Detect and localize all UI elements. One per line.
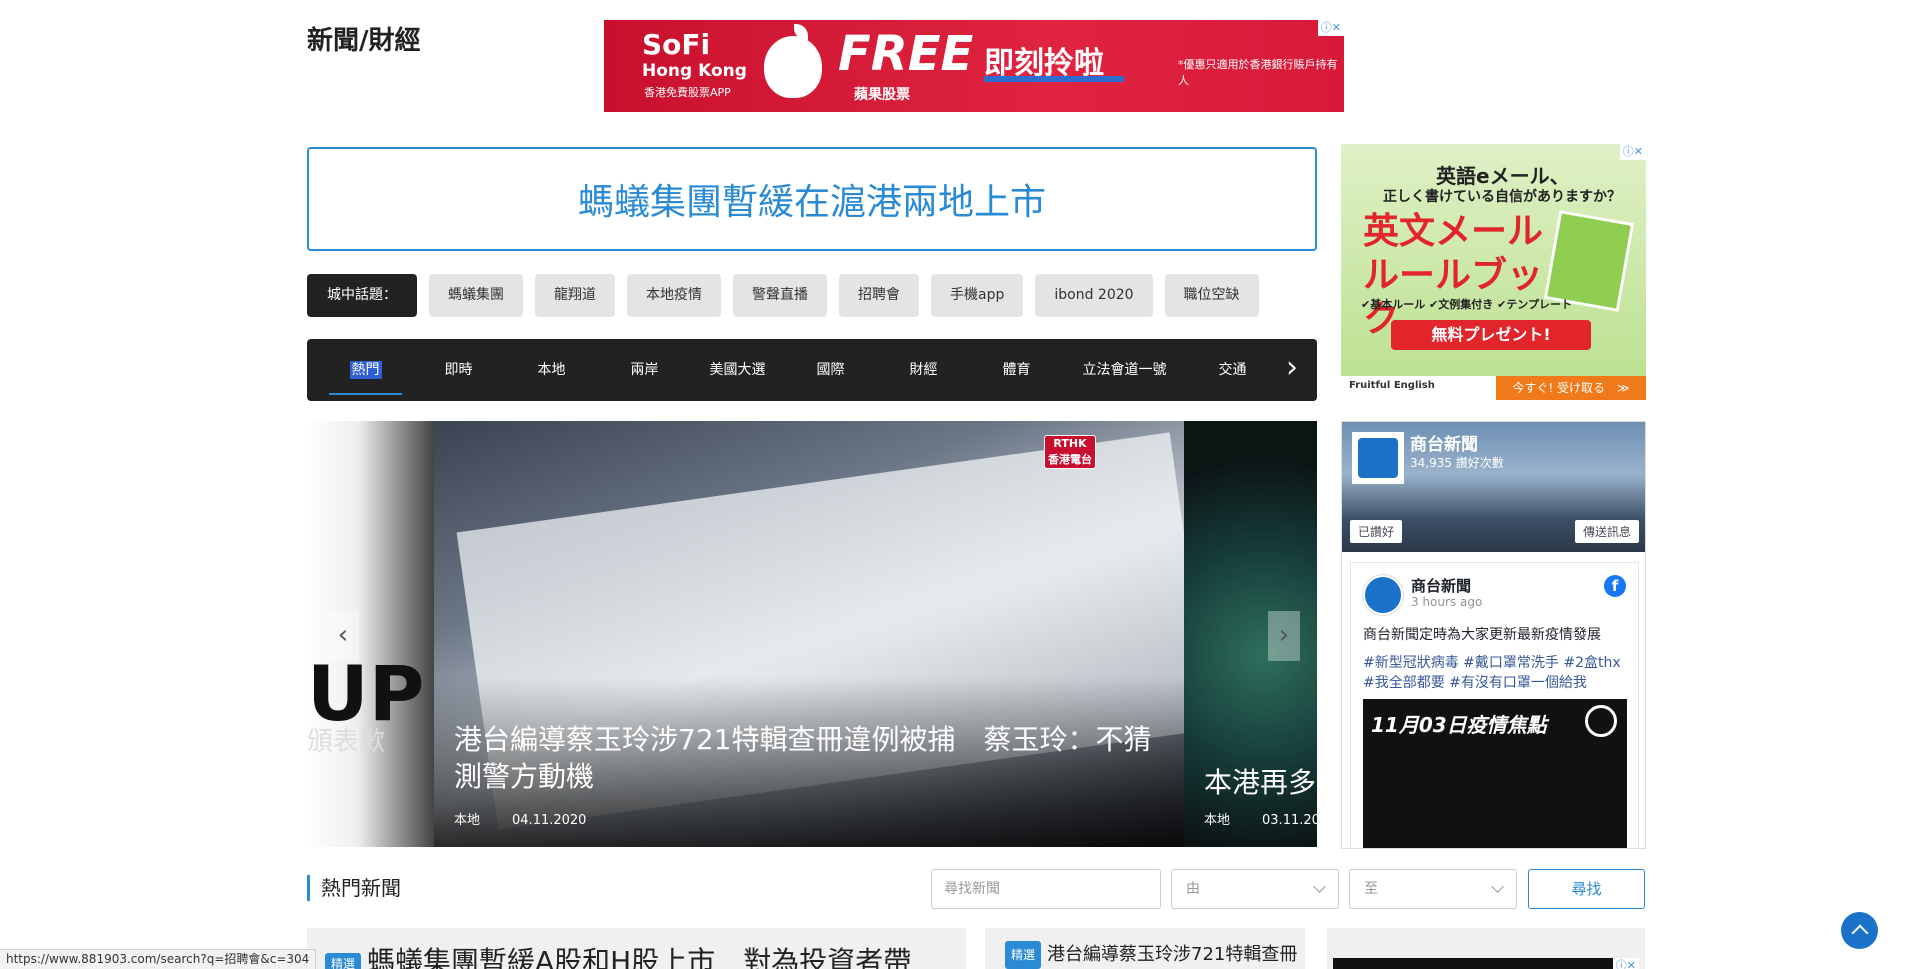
slide-title[interactable]: 本港再多 <box>1204 761 1316 801</box>
fb-page-name[interactable]: 商台新聞 <box>1410 430 1478 455</box>
trending-topics: 城中話題： 螞蟻集團 龍翔道 本地疫情 警聲直播 招聘會 手機app ibond… <box>307 274 1259 317</box>
topic-tag[interactable]: ibond 2020 <box>1035 274 1153 317</box>
fb-post-text: 商台新聞定時為大家更新最新疫情發展 <box>1363 627 1601 643</box>
nav-tab[interactable]: 體育 <box>970 339 1063 401</box>
carousel-slide-current[interactable]: RTHK 香港電台 港台編導蔡玉玲涉721特輯查冊違例被捕 蔡玉玲：不猜測警方動… <box>434 421 1184 847</box>
fb-message-button[interactable]: 傳送訊息 <box>1574 520 1639 543</box>
category-nav: 熱門 即時 本地 兩岸 美國大選 國際 財經 體育 立法會道一號 交通 › <box>307 339 1317 401</box>
topic-tag[interactable]: 龍翔道 <box>535 274 615 317</box>
ad-card[interactable]: ⓘ✕ <box>1327 928 1645 969</box>
facebook-page-widget: 商台新聞 34,935 讚好次數 已讚好 傳送訊息 商台新聞 3 hours a… <box>1341 421 1646 849</box>
news-card-title-text: 螞蟻集團暫緩A股和H股上市 對為投資者帶 <box>367 945 912 969</box>
ad-brand-tag: 香港免費股票APP <box>644 86 731 99</box>
slide-meta: 本地 04.11.2020 <box>454 809 586 828</box>
ad-footer: Fruitful English 今すぐ! 受け取る ≫ <box>1341 376 1646 400</box>
apple-icon <box>764 24 822 98</box>
headline-banner[interactable]: 螞蟻集團暫緩在滬港兩地上市 <box>307 147 1317 251</box>
fb-post: 商台新聞 3 hours ago f 商台新聞定時為大家更新最新疫情發展 #新型… <box>1350 562 1639 848</box>
ad-line: 英語eメール、 <box>1436 164 1570 188</box>
news-card-title[interactable]: 精選港台編導蔡玉玲涉721特輯查冊違例被捕 蔡玉玲：不猜測警方 <box>1005 941 1305 969</box>
fb-likes-count: 34,935 讚好次數 <box>1410 456 1504 470</box>
fb-liked-button[interactable]: 已讚好 <box>1350 520 1403 543</box>
news-card-title[interactable]: 精選 螞蟻集團暫緩A股和H股上市 對為投資者帶 <box>325 940 911 969</box>
news-card[interactable]: 精選 螞蟻集團暫緩A股和H股上市 對為投資者帶 <box>307 928 966 969</box>
ad-go-button[interactable]: 今すぐ! 受け取る ≫ <box>1496 376 1646 400</box>
ad-brand-sub: Hong Kong <box>642 61 747 81</box>
featured-badge: 精選 <box>325 952 362 969</box>
news-card[interactable]: 精選港台編導蔡玉玲涉721特輯查冊違例被捕 蔡玉玲：不猜測警方 <box>985 928 1305 969</box>
nav-tab-label: 熱門 <box>349 361 382 379</box>
ad-image <box>1333 958 1639 969</box>
fb-post-author[interactable]: 商台新聞 <box>1411 575 1471 596</box>
fb-cover[interactable]: 商台新聞 34,935 讚好次數 已讚好 傳送訊息 <box>1342 422 1645 552</box>
fb-post-time[interactable]: 3 hours ago <box>1411 595 1482 609</box>
page-logo[interactable] <box>1352 432 1404 484</box>
facebook-icon[interactable]: f <box>1604 575 1626 597</box>
topic-tag[interactable]: 手機app <box>931 274 1024 317</box>
fb-post-tags[interactable]: #新型冠狀病毒 #戴口罩常洗手 #2盒thx #我全部都要 #有沒有口罩一個給我 <box>1363 653 1633 693</box>
ad-sub: 蘋果股票 <box>854 87 910 103</box>
slide-date: 04.11.2020 <box>512 813 587 828</box>
date-from-label: 由 <box>1186 881 1200 897</box>
nav-next-icon[interactable]: › <box>1267 339 1317 401</box>
ad-line: 正しく書けている自信がありますか？ <box>1383 189 1621 205</box>
nav-tab[interactable]: 國際 <box>784 339 877 401</box>
nav-tab-hot[interactable]: 熱門 <box>319 339 412 401</box>
section-title: 熱門新聞 <box>307 875 401 901</box>
ad-brand: Fruitful English <box>1349 380 1435 391</box>
fb-image-title: 11月03日疫情焦點 <box>1371 713 1547 737</box>
nav-tab[interactable]: 交通 <box>1186 339 1279 401</box>
nav-tab[interactable]: 即時 <box>412 339 505 401</box>
date-from-select[interactable]: 由 <box>1171 869 1339 909</box>
topics-label: 城中話題： <box>307 274 417 317</box>
sidebar-ad[interactable]: 英語eメール、 正しく書けている自信がありますか？ 英文メールルールブック ✔基… <box>1341 144 1646 400</box>
search-input[interactable] <box>931 869 1161 909</box>
topic-tag[interactable]: 螞蟻集團 <box>429 274 523 317</box>
nav-tab[interactable]: 本地 <box>505 339 598 401</box>
page-title: 新聞/財經 <box>307 26 421 56</box>
slide-category[interactable]: 本地 <box>454 813 480 828</box>
slide-date: 03.11.20 <box>1262 813 1317 828</box>
fb-post-image[interactable]: 11月03日疫情焦點 <box>1363 699 1627 848</box>
search-button[interactable]: 尋找 <box>1528 869 1645 909</box>
ad-cta-underline <box>984 76 1124 82</box>
avatar[interactable] <box>1363 575 1403 615</box>
ad-features: ✔基本ルール ✔文例集付き ✔テンプレート <box>1361 298 1572 311</box>
slide-title[interactable]: 港台編導蔡玉玲涉721特輯查冊違例被捕 蔡玉玲：不猜測警方動機 <box>454 721 1174 795</box>
carousel-prev-icon[interactable]: ‹ <box>327 611 359 661</box>
ad-close-icon[interactable]: ⓘ✕ <box>1619 144 1646 160</box>
chevron-down-icon <box>1313 880 1326 893</box>
topic-tag[interactable]: 招聘會 <box>839 274 919 317</box>
slide-meta: 本地 03.11.20 <box>1204 809 1317 828</box>
rthk-logo: RTHK 香港電台 <box>1044 435 1096 469</box>
news-carousel: J UP 頒表歉 RTHK 香港電台 港台編導蔡玉玲涉721特輯查冊違例被捕 蔡… <box>307 421 1317 847</box>
news-card-title-text: 港台編導蔡玉玲涉721特輯查冊違例被捕 蔡玉玲：不猜測警方 <box>1047 944 1298 965</box>
ad-brand-name: SoFi <box>642 28 711 61</box>
slide-caption: 頒表歉 <box>307 727 386 757</box>
topic-tag[interactable]: 職位空缺 <box>1164 274 1259 317</box>
date-to-label: 至 <box>1364 881 1378 897</box>
slide-category[interactable]: 本地 <box>1204 813 1230 828</box>
carousel-next-icon[interactable]: › <box>1268 611 1300 661</box>
ad-close-icon[interactable]: ⓘ✕ <box>1612 958 1639 969</box>
nav-tab[interactable]: 兩岸 <box>598 339 691 401</box>
brand-logo-icon <box>1585 705 1617 737</box>
top-banner-ad[interactable]: SoFi Hong Kong 香港免費股票APP FREE 蘋果股票 即刻拎啦 *… <box>604 20 1344 112</box>
back-to-top-button[interactable] <box>1841 912 1878 949</box>
status-bar-url: https://www.881903.com/search?q=招聘會&c=30… <box>0 949 317 969</box>
ad-note: *優惠只適用於香港銀行賬戶持有人 <box>1178 58 1338 87</box>
nav-tab[interactable]: 美國大選 <box>691 339 784 401</box>
ad-close-icon[interactable]: ⓘ✕ <box>1317 20 1344 36</box>
featured-badge: 精選 <box>1005 941 1042 969</box>
nav-tab[interactable]: 立法會道一號 <box>1063 339 1186 401</box>
nav-tab[interactable]: 財經 <box>877 339 970 401</box>
ad-headline: FREE <box>838 26 974 82</box>
date-to-select[interactable]: 至 <box>1349 869 1517 909</box>
chevron-down-icon <box>1491 880 1504 893</box>
ad-brand: SoFi Hong Kong <box>642 31 747 84</box>
ad-cta: 無料プレゼント! <box>1391 320 1591 350</box>
topic-tag[interactable]: 警聲直播 <box>733 274 827 317</box>
topic-tag[interactable]: 本地疫情 <box>627 274 721 317</box>
